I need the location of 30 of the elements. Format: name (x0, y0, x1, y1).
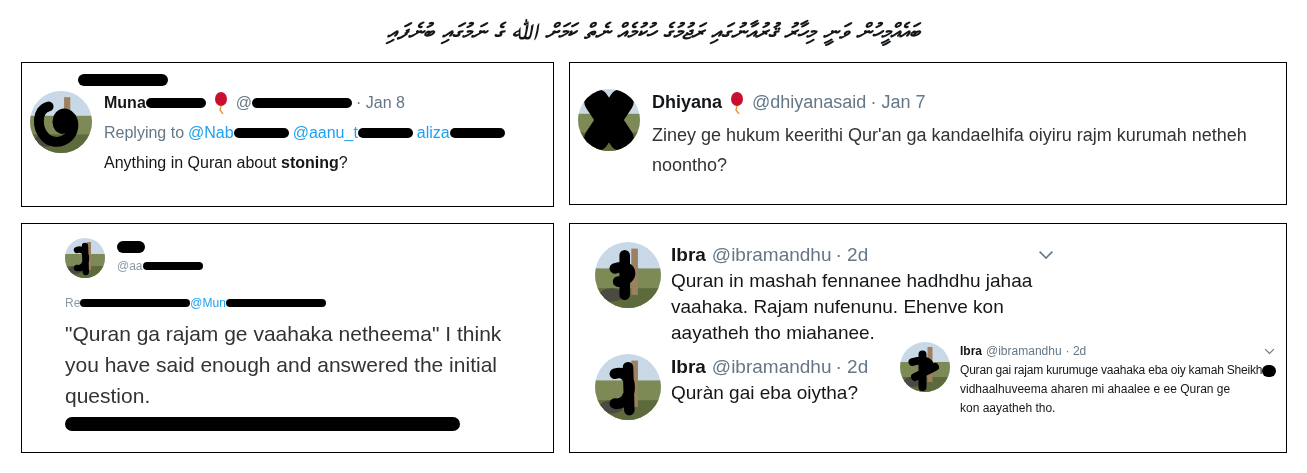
mention-link[interactable]: @aanu_t (292, 121, 358, 145)
tweet-text: Quràn gai eba oiytha? (671, 381, 858, 405)
user-name: Ibra (671, 355, 706, 379)
mention-link[interactable]: @Mun (190, 294, 226, 312)
tweet-text: Quran gai rajam kurumuge vaahaka eba oiy kamah Sheikh (960, 362, 1263, 379)
tweet-time: · 2d (1065, 343, 1087, 360)
mention-link[interactable]: aliza (416, 121, 450, 145)
mention-link[interactable]: @Nab (188, 121, 234, 145)
tweet-text: "Quran ga rajam ge vaahaka netheema" I think you have said enough and answered the initial question. (65, 321, 503, 409)
user-handle: @ibramandhu (711, 243, 832, 267)
user-handle: @dhiyanasaid (752, 91, 867, 114)
user-name: Ibra (960, 343, 982, 360)
tweet-text: Anything in Quran about stoning? (104, 153, 349, 173)
user-handle: @aa (117, 258, 143, 275)
user-handle: @ibramandhu (986, 343, 1062, 360)
tweet-time: · 2d (835, 243, 869, 267)
tweet-time: · Jan 7 (870, 91, 926, 114)
page-title: ބައެއްމީހުން ވަނީ މިހާރު ޤުރުއާނުގައި ރަޖުމުގެ ހުކުމެއް ނެތް ކަމަށް ﷲ ގެ ނަމުގައި ބުނެފައި (387, 17, 920, 48)
replying-label: Replying to (104, 123, 185, 143)
tweet-time: · 2d (835, 355, 869, 379)
user-name: Dhiyana (652, 91, 723, 114)
tweet-text: vidhaalhuveema aharen mi ahaalee e ee Quran ge kon aayatheh tho. (960, 381, 1232, 417)
user-name: Ibra (671, 243, 706, 267)
tweet-text: Quran in mashah fennanee hadhdhu jahaa vaahaka. Rajam nufenunu. Ehenve kon aayatheh tho miahanee. (671, 269, 1034, 345)
tweet-text: Ziney ge hukum keerithi Qur'an ga kandaelhifa oiyiru rajm kurumah netheh noontho? (652, 124, 1248, 177)
replying-label: Re (65, 295, 81, 312)
user-handle: @ibramandhu (711, 355, 832, 379)
user-name: Muna (104, 93, 146, 113)
tweet-time: · Jan 8 (356, 93, 405, 113)
user-handle: @ (235, 93, 253, 113)
